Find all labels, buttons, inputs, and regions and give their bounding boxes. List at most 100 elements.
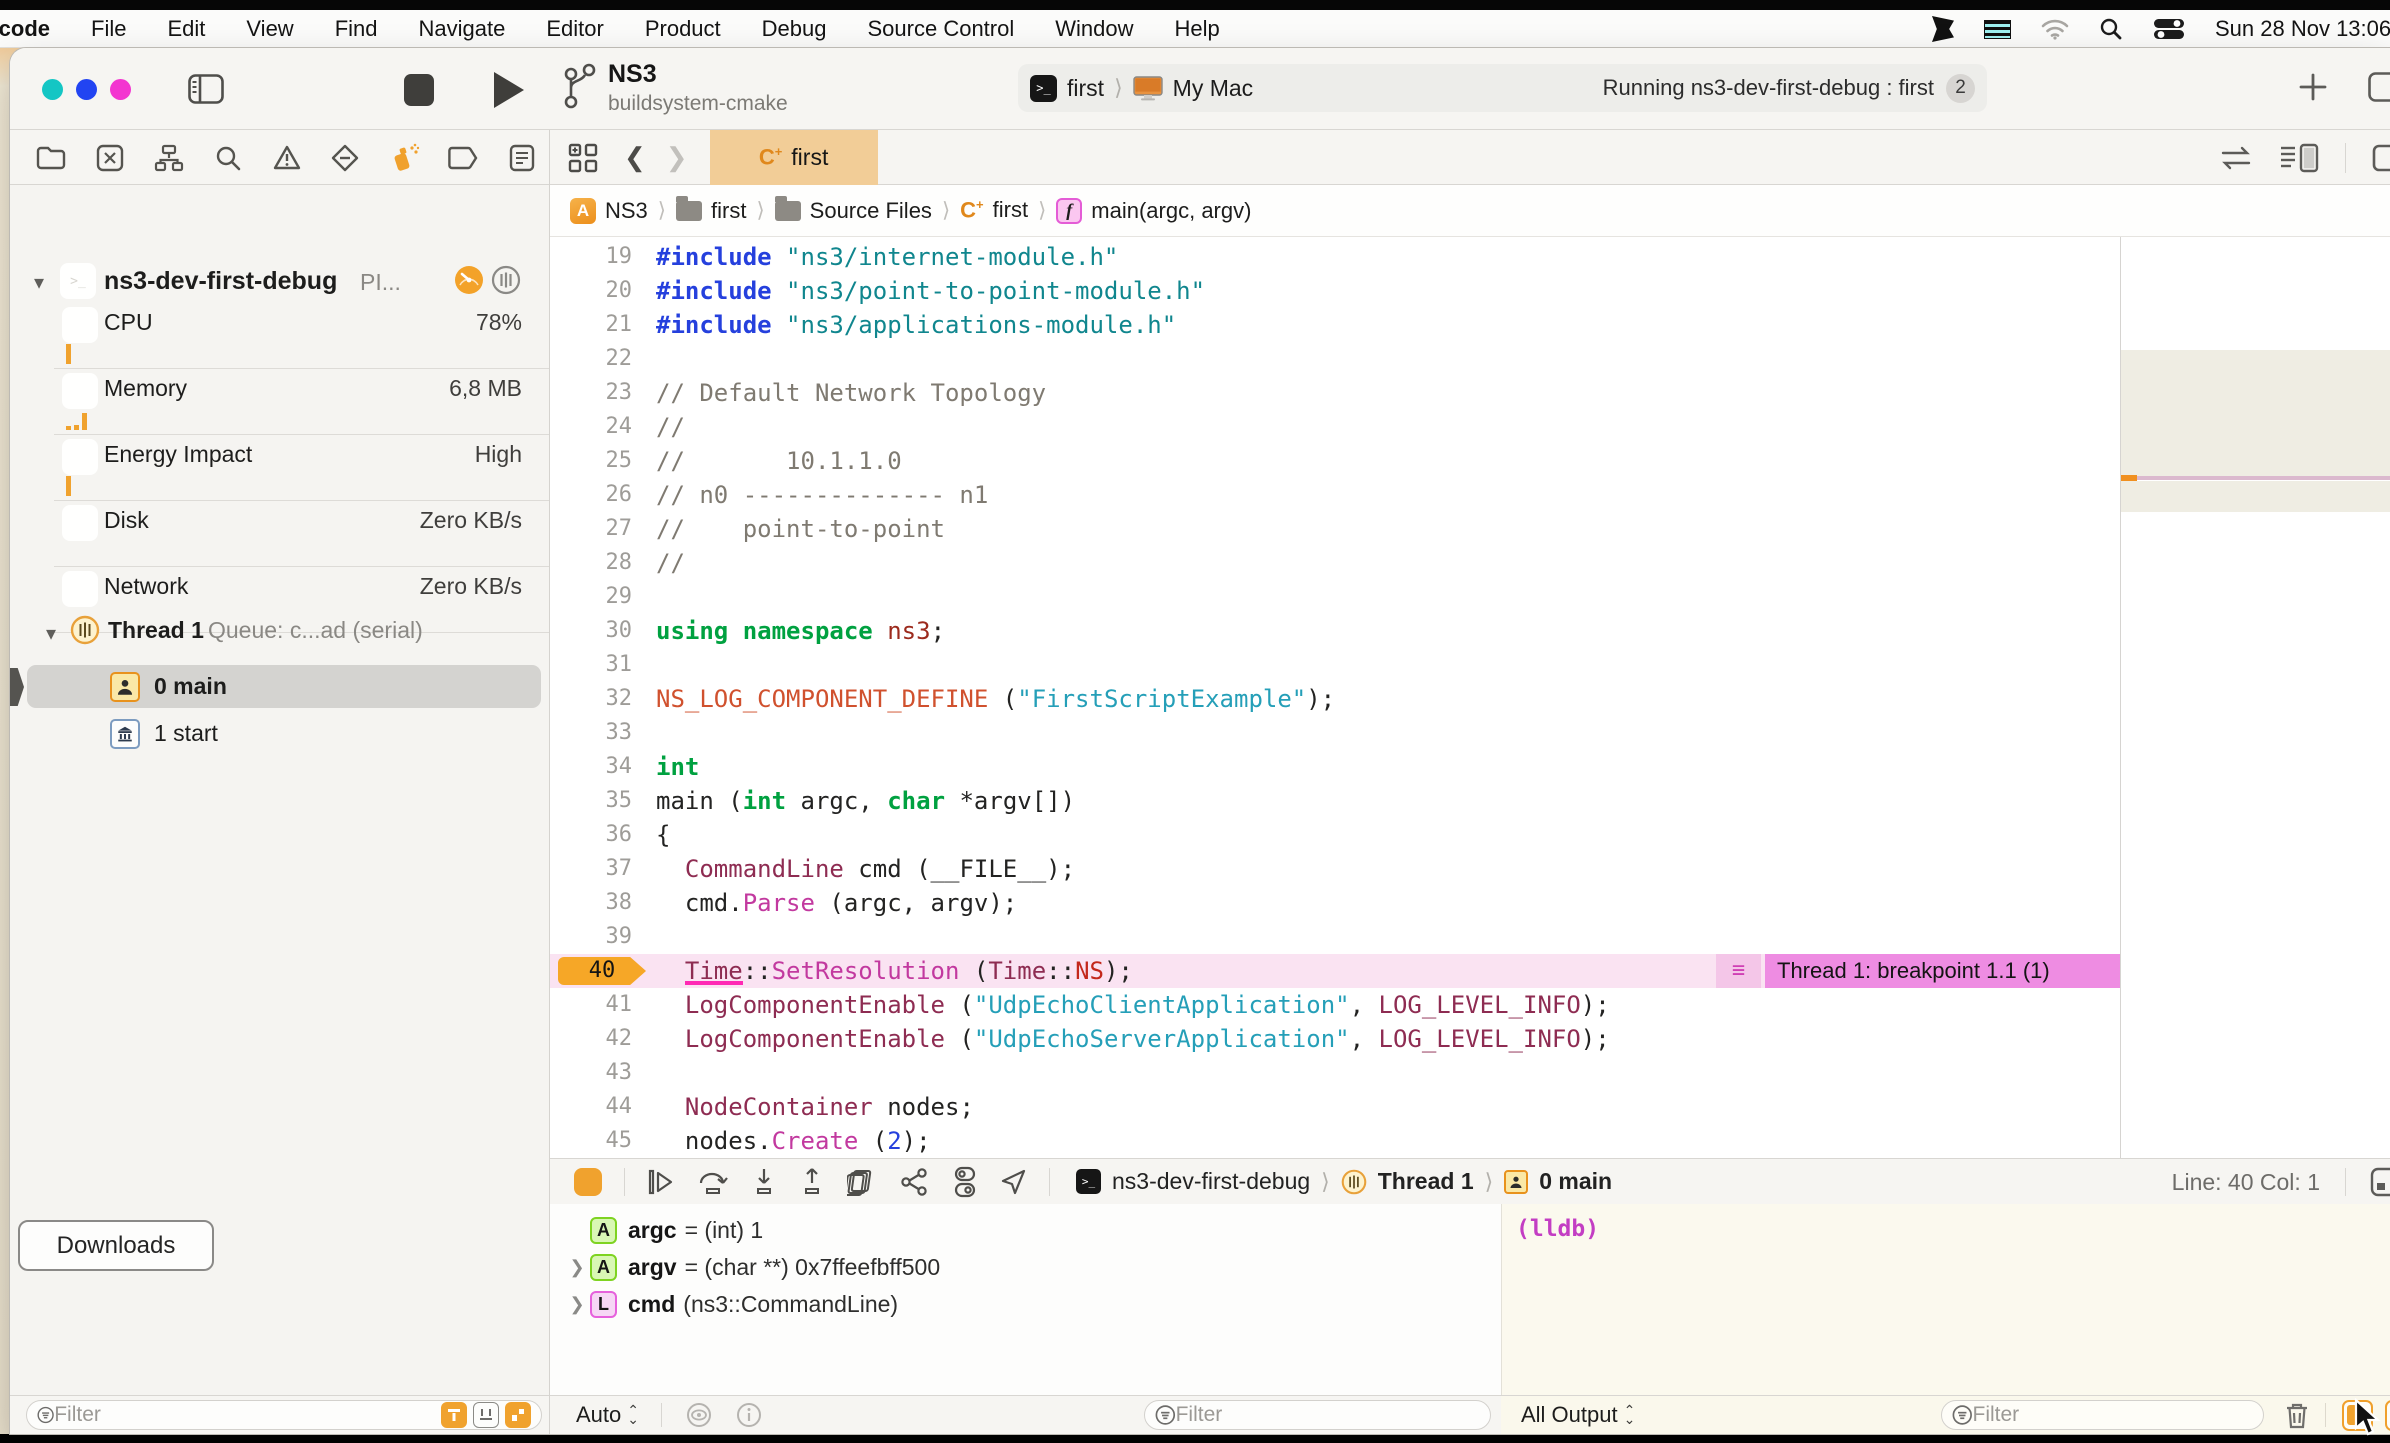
line-number-gutter[interactable]: 42	[550, 1022, 648, 1056]
disclosure-chevron-icon[interactable]: ▾	[34, 270, 44, 295]
menu-item-help[interactable]: Help	[1175, 16, 1220, 42]
console-filter-input[interactable]	[1973, 1403, 2254, 1427]
downloads-button[interactable]: Downloads	[18, 1220, 214, 1271]
app-logo-icon[interactable]	[1932, 16, 1954, 42]
code-line-31[interactable]: 31	[550, 648, 2120, 682]
jumpbar-item-4[interactable]: fmain(argc, argv)	[1056, 198, 1251, 224]
code-line-25[interactable]: 25// 10.1.1.0	[550, 444, 2120, 478]
editor-split-icon[interactable]	[2372, 143, 2390, 173]
jumpbar-item-2[interactable]: Source Files	[775, 198, 932, 224]
tab-overview-icon[interactable]	[568, 143, 598, 173]
wifi-icon[interactable]	[2041, 18, 2069, 40]
step-over-button[interactable]	[697, 1167, 729, 1197]
code-lines[interactable]: 19#include "ns3/internet-module.h"20#inc…	[550, 237, 2120, 1158]
variables-view[interactable]: Aargc= (int) 1❯Aargv= (char **) 0x7ffeef…	[550, 1204, 1501, 1395]
line-number-gutter[interactable]: 31	[550, 648, 648, 682]
variable-row-cmd[interactable]: ❯Lcmd(ns3::CommandLine)	[550, 1286, 1501, 1323]
breakpoint-actions-icon[interactable]: ≡	[1716, 954, 1761, 988]
view-hierarchy-button[interactable]	[847, 1167, 877, 1197]
line-number-gutter[interactable]: 37	[550, 852, 648, 886]
line-number-gutter[interactable]: 28	[550, 546, 648, 580]
inspector-toggle-icon[interactable]	[2368, 72, 2390, 102]
code-line-44[interactable]: 44 NodeContainer nodes;	[550, 1090, 2120, 1124]
debug-navigator-icon[interactable]	[387, 141, 421, 175]
navigator-filter-field[interactable]	[26, 1400, 542, 1430]
code-line-19[interactable]: 19#include "ns3/internet-module.h"	[550, 240, 2120, 274]
menu-item-product[interactable]: Product	[645, 16, 721, 42]
crumb-process[interactable]: ns3-dev-first-debug	[1112, 1168, 1310, 1195]
filter-view-toggle[interactable]	[473, 1402, 499, 1428]
issue-navigator-icon[interactable]	[270, 141, 304, 175]
line-number-gutter[interactable]: 36	[550, 818, 648, 852]
line-number-gutter[interactable]: 22	[550, 342, 648, 376]
threads-view-icon[interactable]	[491, 265, 521, 295]
code-line-27[interactable]: 27// point-to-point	[550, 512, 2120, 546]
line-number-gutter[interactable]: 34	[550, 750, 648, 784]
breakpoints-toggle-button[interactable]	[574, 1168, 602, 1196]
line-number-gutter[interactable]: 41	[550, 988, 648, 1022]
line-number-gutter[interactable]: 25	[550, 444, 648, 478]
line-number-gutter[interactable]: 24	[550, 410, 648, 444]
filter-flag-toggle[interactable]	[505, 1402, 531, 1428]
environment-overrides-button[interactable]	[953, 1166, 977, 1198]
issue-count-badge[interactable]: 2	[1946, 74, 1975, 103]
code-line-26[interactable]: 26// n0 -------------- n1	[550, 478, 2120, 512]
report-navigator-icon[interactable]	[505, 141, 539, 175]
code-line-22[interactable]: 22	[550, 342, 2120, 376]
disclosure-chevron-icon[interactable]: ❯	[564, 1294, 590, 1315]
console-filter-field[interactable]	[1941, 1400, 2264, 1430]
traffic-light-close[interactable]	[42, 79, 63, 100]
test-navigator-icon[interactable]	[328, 141, 362, 175]
breakpoint-navigator-icon[interactable]	[446, 141, 480, 175]
traffic-light-minimize[interactable]	[76, 79, 97, 100]
code-line-37[interactable]: 37 CommandLine cmd (__FILE__);	[550, 852, 2120, 886]
variables-filter-field[interactable]	[1144, 1400, 1491, 1430]
activity-status[interactable]: Running ns3-dev-first-debug : first 2	[1603, 74, 1975, 103]
crumb-frame[interactable]: 0 main	[1539, 1168, 1612, 1195]
code-line-36[interactable]: 36{	[550, 818, 2120, 852]
simulate-location-button[interactable]	[999, 1168, 1027, 1196]
menu-clock[interactable]: Sun 28 Nov 13:06	[2215, 16, 2390, 42]
filter-running-toggle[interactable]	[441, 1402, 467, 1428]
variable-row-argv[interactable]: ❯Aargv= (char **) 0x7ffeefbff500	[550, 1249, 1501, 1286]
jumpbar-item-3[interactable]: C+first	[960, 197, 1028, 223]
line-number-gutter[interactable]: 27	[550, 512, 648, 546]
disclosure-chevron-icon[interactable]: ❯	[564, 1257, 590, 1278]
variable-row-argc[interactable]: Aargc= (int) 1	[550, 1212, 1501, 1249]
code-line-30[interactable]: 30using namespace ns3;	[550, 614, 2120, 648]
code-line-34[interactable]: 34int	[550, 750, 2120, 784]
memory-graph-button[interactable]	[899, 1167, 931, 1197]
forward-chevron-icon[interactable]: ❯	[666, 142, 688, 173]
traffic-light-zoom[interactable]	[110, 79, 131, 100]
code-line-32[interactable]: 32NS_LOG_COMPONENT_DEFINE ("FirstScriptE…	[550, 682, 2120, 716]
minimap[interactable]	[2120, 237, 2390, 1158]
line-number-gutter[interactable]: 40	[550, 954, 648, 988]
menu-item-file[interactable]: File	[91, 16, 126, 42]
info-icon[interactable]	[736, 1402, 762, 1428]
find-navigator-icon[interactable]	[211, 141, 245, 175]
quicklook-eye-icon[interactable]	[684, 1402, 714, 1428]
stack-frame-0-main[interactable]: 0 main	[10, 665, 549, 708]
breakpoint-marker[interactable]: 40	[558, 957, 646, 985]
process-row[interactable]: ▾ >_ ns3-dev-first-debug PI...	[10, 263, 549, 303]
gauge-row-cpu[interactable]: CPU78%	[10, 303, 549, 369]
performance-gauge-icon[interactable]	[454, 265, 484, 295]
menu-item-edit[interactable]: Edit	[167, 16, 205, 42]
back-chevron-icon[interactable]: ❮	[624, 142, 646, 173]
spotlight-search-icon[interactable]	[2099, 17, 2123, 41]
line-number-gutter[interactable]: 26	[550, 478, 648, 512]
variables-filter-input[interactable]	[1176, 1403, 1480, 1427]
code-line-23[interactable]: 23// Default Network Topology	[550, 376, 2120, 410]
code-line-35[interactable]: 35main (int argc, char *argv[])	[550, 784, 2120, 818]
jumpbar-item-1[interactable]: first	[676, 198, 746, 224]
navigator-toggle-icon[interactable]	[188, 74, 224, 104]
scheme-name[interactable]: first	[1067, 75, 1104, 102]
code-line-43[interactable]: 43	[550, 1056, 2120, 1090]
project-navigator-icon[interactable]	[34, 141, 68, 175]
keyboard-layout-icon[interactable]	[1984, 20, 2011, 39]
menu-item-view[interactable]: View	[246, 16, 293, 42]
breakpoint-annotation[interactable]: Thread 1: breakpoint 1.1 (1)	[1765, 954, 2120, 988]
crumb-thread[interactable]: Thread 1	[1378, 1168, 1474, 1195]
disclosure-chevron-icon[interactable]: ▾	[46, 621, 56, 646]
line-number-gutter[interactable]: 32	[550, 682, 648, 716]
